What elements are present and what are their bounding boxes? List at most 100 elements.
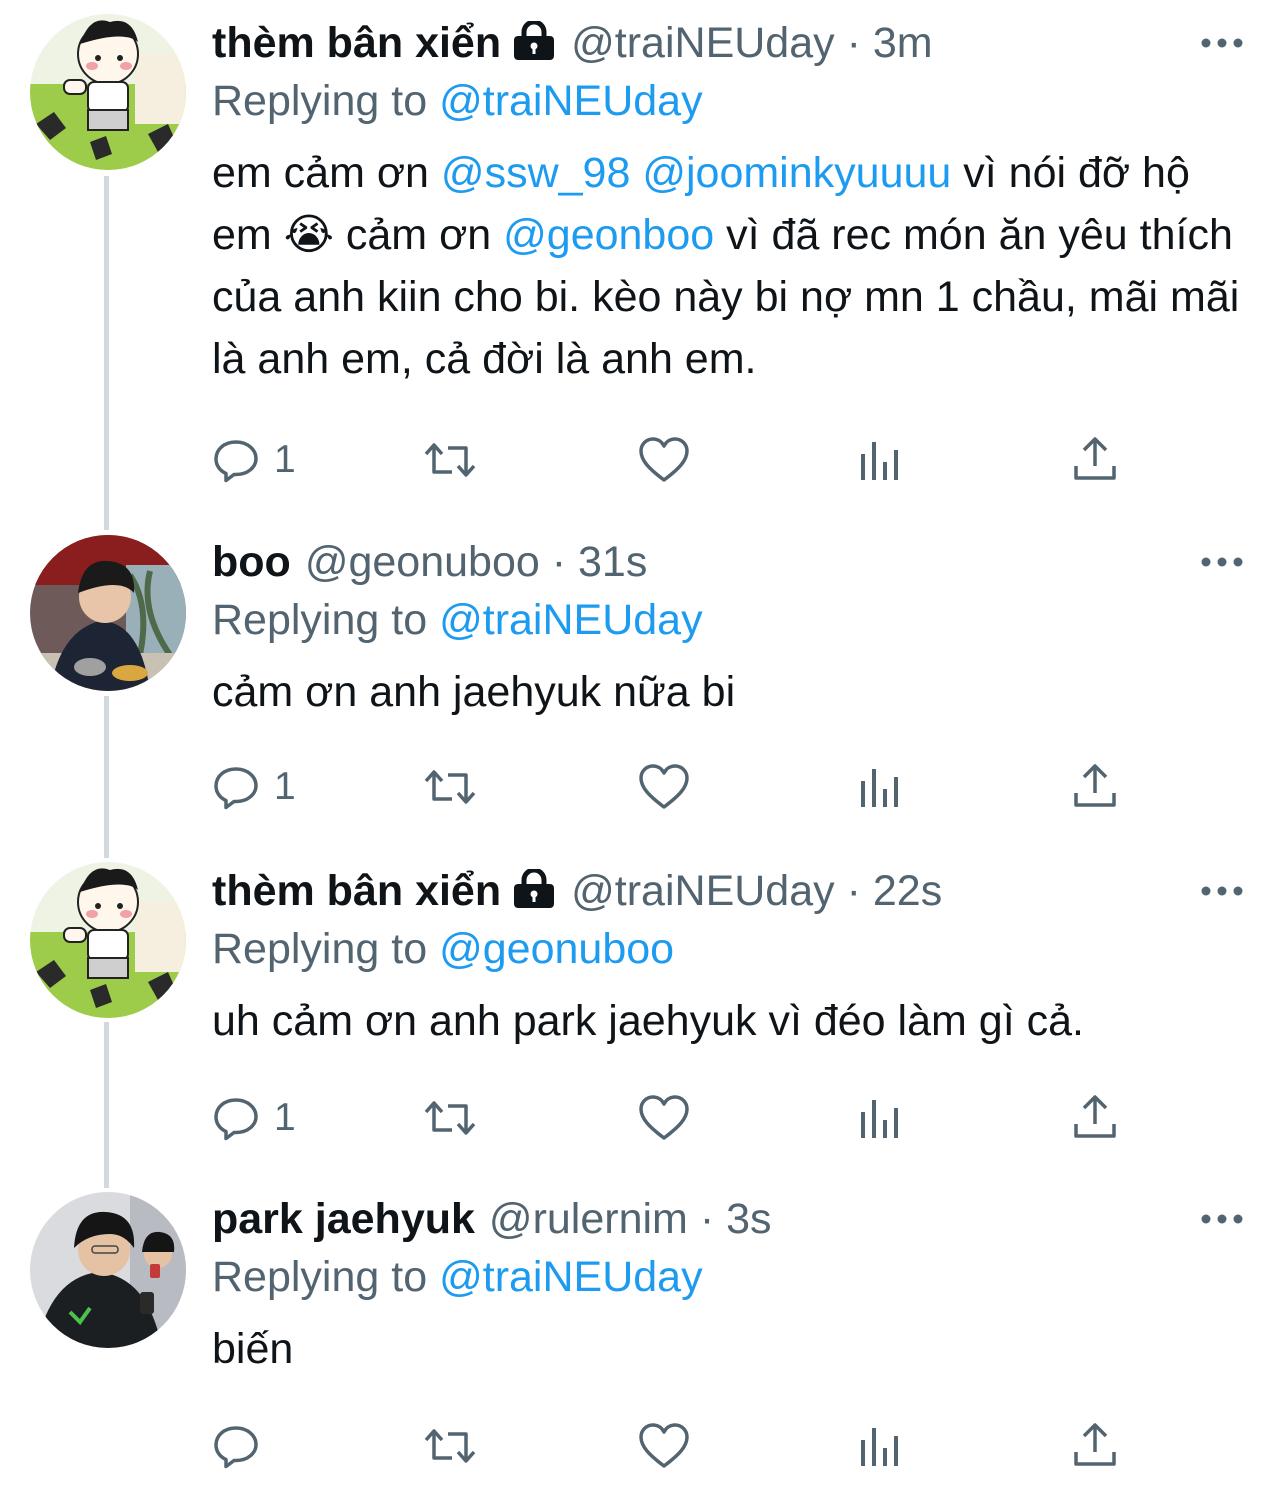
lock-icon	[511, 866, 557, 924]
tweet-text: cảm ơn anh jaehyuk nữa bi	[212, 668, 736, 716]
reply-button[interactable]: 1	[212, 430, 296, 490]
tweet-header: thèm bân xiển @traiNEUday · 3m	[212, 14, 1244, 72]
display-name[interactable]: boo	[212, 538, 291, 586]
crying-face-emoji: 😭	[283, 211, 334, 259]
timestamp[interactable]: 3s	[726, 1195, 771, 1243]
retweet-icon	[422, 763, 478, 811]
heart-icon	[638, 763, 690, 811]
analytics-button[interactable]	[858, 1088, 902, 1148]
thread-line	[104, 176, 109, 530]
photo-avatar-image	[30, 1192, 186, 1348]
share-button[interactable]	[1072, 1088, 1118, 1148]
timestamp[interactable]: 31s	[578, 538, 647, 586]
text-segment	[630, 149, 642, 197]
timestamp[interactable]: 3m	[873, 19, 933, 67]
share-button[interactable]	[1072, 757, 1118, 817]
cartoon-avatar-image	[30, 14, 186, 170]
like-button[interactable]	[638, 430, 690, 490]
heart-icon	[638, 1094, 690, 1142]
analytics-button[interactable]	[858, 1416, 902, 1476]
reply-icon	[212, 1422, 260, 1470]
more-options-icon[interactable]	[1200, 547, 1244, 577]
share-icon	[1072, 436, 1118, 484]
replying-to-label: Replying to	[212, 1253, 428, 1301]
replying-to-line: Replying to @geonuboo	[212, 920, 1244, 978]
display-name[interactable]: thèm bân xiển	[212, 19, 501, 67]
heart-icon	[638, 1422, 690, 1470]
retweet-icon	[422, 1422, 478, 1470]
analytics-button[interactable]	[858, 430, 902, 490]
like-button[interactable]	[638, 757, 690, 817]
separator-dot: ·	[846, 19, 861, 67]
reply-count: 1	[274, 1096, 296, 1139]
tweet-actions: 1	[212, 430, 1132, 490]
user-handle[interactable]: @geonuboo	[305, 538, 540, 586]
avatar[interactable]	[30, 14, 186, 170]
share-icon	[1072, 763, 1118, 811]
tweet-actions: 1	[212, 1088, 1132, 1148]
more-options-icon[interactable]	[1200, 1204, 1244, 1234]
retweet-icon	[422, 436, 478, 484]
mention-link[interactable]: @ssw_98	[441, 149, 630, 197]
separator-dot: ·	[846, 867, 861, 915]
mention-link[interactable]: @joominkyuuuu	[642, 149, 951, 197]
cartoon-avatar-image	[30, 862, 186, 1018]
separator-dot: ·	[551, 538, 567, 586]
analytics-button[interactable]	[858, 757, 902, 817]
timestamp[interactable]: 22s	[873, 867, 942, 915]
tweet-text: uh cảm ơn anh park jaehyuk vì đéo làm gì…	[212, 997, 1084, 1045]
retweet-button[interactable]	[422, 430, 478, 490]
retweet-button[interactable]	[422, 1416, 478, 1476]
tweet-header: thèm bân xiển @traiNEUday · 22s	[212, 862, 1244, 920]
replying-to-mention[interactable]: @traiNEUday	[439, 1253, 703, 1301]
reply-button[interactable]	[212, 1416, 260, 1476]
like-button[interactable]	[638, 1416, 690, 1476]
user-handle[interactable]: @traiNEUday	[571, 867, 835, 915]
more-options-icon[interactable]	[1200, 28, 1244, 58]
share-button[interactable]	[1072, 430, 1118, 490]
avatar[interactable]	[30, 862, 186, 1018]
replying-to-line: Replying to @traiNEUday	[212, 1248, 1244, 1306]
photo-avatar-image	[30, 535, 186, 691]
reply-button[interactable]: 1	[212, 1088, 296, 1148]
reply-icon	[212, 763, 260, 811]
replying-to-label: Replying to	[212, 925, 428, 973]
text-segment: em cảm ơn	[212, 149, 441, 197]
avatar[interactable]	[30, 535, 186, 691]
share-button[interactable]	[1072, 1416, 1118, 1476]
replying-to-line: Replying to @traiNEUday	[212, 72, 1244, 130]
analytics-icon	[858, 1094, 902, 1142]
replying-to-mention[interactable]: @geonuboo	[439, 925, 674, 973]
mention-link[interactable]: @geonboo	[503, 211, 714, 259]
thread-line	[104, 696, 109, 858]
tweet-text: biến	[212, 1325, 294, 1373]
reply-icon	[212, 1094, 260, 1142]
replying-to-mention[interactable]: @traiNEUday	[439, 77, 703, 125]
lock-icon	[511, 18, 557, 76]
replying-to-mention[interactable]: @traiNEUday	[439, 596, 703, 644]
retweet-button[interactable]	[422, 1088, 478, 1148]
share-icon	[1072, 1094, 1118, 1142]
retweet-button[interactable]	[422, 757, 478, 817]
retweet-icon	[422, 1094, 478, 1142]
tweet-actions	[212, 1416, 1132, 1476]
user-handle[interactable]: @rulernim	[489, 1195, 688, 1243]
separator-dot: ·	[699, 1195, 715, 1243]
tweet-header: boo @geonuboo · 31s	[212, 533, 1244, 591]
user-handle[interactable]: @traiNEUday	[571, 19, 835, 67]
share-icon	[1072, 1422, 1118, 1470]
replying-to-label: Replying to	[212, 596, 428, 644]
more-options-icon[interactable]	[1200, 876, 1244, 906]
display-name[interactable]: thèm bân xiển	[212, 867, 501, 915]
tweet-actions: 1	[212, 757, 1132, 817]
text-segment: cảm ơn	[333, 211, 504, 259]
like-button[interactable]	[638, 1088, 690, 1148]
heart-icon	[638, 436, 690, 484]
analytics-icon	[858, 436, 902, 484]
reply-count: 1	[274, 438, 296, 481]
tweet-header: park jaehyuk @rulernim · 3s	[212, 1190, 1244, 1248]
reply-button[interactable]: 1	[212, 757, 296, 817]
reply-icon	[212, 436, 260, 484]
avatar[interactable]	[30, 1192, 186, 1348]
display-name[interactable]: park jaehyuk	[212, 1195, 475, 1243]
